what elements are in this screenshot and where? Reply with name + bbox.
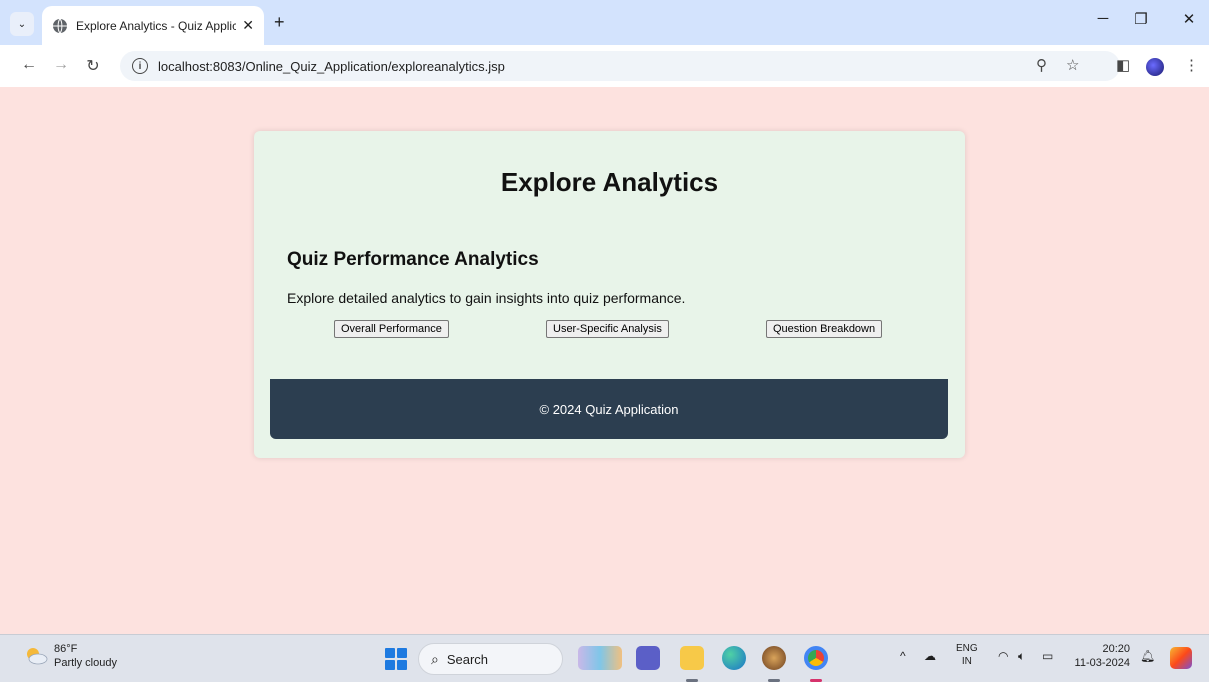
page-footer: © 2024 Quiz Application	[270, 379, 948, 439]
overall-performance-button[interactable]: Overall Performance	[334, 320, 449, 338]
lang-region: IN	[961, 656, 972, 667]
app-emblem-icon[interactable]	[762, 646, 786, 670]
battery-icon[interactable]: ▭	[1042, 649, 1053, 663]
windows-start-icon[interactable]	[385, 648, 407, 670]
teams-icon[interactable]	[636, 646, 660, 670]
new-tab-icon[interactable]: +	[274, 12, 285, 33]
taskbar-search-label: Search	[446, 651, 489, 667]
analytics-card: Explore Analytics Quiz Performance Analy…	[254, 131, 965, 458]
tab-search-chevron-icon[interactable]: ⌄	[10, 12, 34, 36]
address-bar[interactable]: i localhost:8083/Online_Quiz_Application…	[120, 51, 1120, 81]
taskbar: 86°F Partly cloudy ⌕ Search ^ ☁ ENG IN ◠…	[0, 634, 1209, 682]
close-window-icon[interactable]: ✕	[1174, 10, 1204, 28]
wifi-icon[interactable]: ◠	[998, 649, 1008, 663]
system-clock[interactable]: 20:20 11-03-2024	[1070, 642, 1130, 670]
language-indicator[interactable]: ENG IN	[956, 642, 978, 668]
tab-close-icon[interactable]: ✕	[242, 17, 254, 34]
section-title: Quiz Performance Analytics	[287, 249, 539, 270]
tab-strip: ⌄ Explore Analytics - Quiz Applica ✕ + ─…	[0, 0, 1209, 45]
lang-primary: ENG	[956, 643, 978, 654]
page-title: Explore Analytics	[500, 167, 719, 197]
copilot-icon[interactable]	[1170, 647, 1192, 669]
partly-cloudy-icon[interactable]	[24, 646, 48, 666]
weather-description: Partly cloudy	[54, 657, 117, 669]
question-breakdown-button[interactable]: Question Breakdown	[766, 320, 883, 338]
reload-icon[interactable]: ↻	[82, 56, 104, 76]
footer-copyright: © 2024 Quiz Application	[539, 401, 679, 417]
edge-icon[interactable]	[722, 646, 746, 670]
browser-tab[interactable]: Explore Analytics - Quiz Applica ✕	[42, 6, 264, 45]
url-text: localhost:8083/Online_Quiz_Application/e…	[158, 58, 505, 74]
minimize-icon[interactable]: ─	[1088, 10, 1118, 27]
widgets-app-icon[interactable]	[578, 646, 622, 670]
browser-toolbar: ← → ↻ i localhost:8083/Online_Quiz_Appli…	[0, 45, 1209, 87]
side-panel-icon[interactable]: ◧	[1116, 56, 1130, 74]
bookmark-star-icon[interactable]: ☆	[1066, 56, 1079, 74]
zoom-icon[interactable]: ⚲	[1036, 56, 1047, 74]
back-icon[interactable]: ←	[18, 56, 40, 74]
onedrive-cloud-icon[interactable]: ☁	[924, 649, 936, 663]
show-hidden-icons-chevron[interactable]: ^	[900, 649, 906, 663]
volume-icon[interactable]: 🔈︎	[1018, 649, 1025, 664]
clock-time: 20:20	[1102, 643, 1130, 655]
notification-bell-icon[interactable]: 🔔︎	[1140, 649, 1155, 663]
profile-avatar[interactable]	[1146, 58, 1164, 76]
restore-icon[interactable]: ❐	[1126, 10, 1156, 28]
clock-date: 11-03-2024	[1074, 657, 1130, 669]
user-specific-analysis-button[interactable]: User-Specific Analysis	[546, 320, 669, 338]
globe-icon	[53, 18, 67, 33]
search-icon: ⌕	[431, 650, 439, 667]
chrome-icon[interactable]	[804, 646, 828, 670]
taskbar-search[interactable]: ⌕ Search	[418, 643, 563, 675]
menu-kebab-icon[interactable]: ⋮	[1184, 56, 1199, 74]
forward-icon[interactable]: →	[50, 56, 72, 74]
site-info-icon[interactable]: i	[132, 58, 148, 74]
section-description: Explore detailed analytics to gain insig…	[287, 290, 686, 306]
weather-temperature: 86°F	[54, 643, 78, 655]
tab-title: Explore Analytics - Quiz Applica	[76, 18, 236, 33]
file-explorer-icon[interactable]	[680, 646, 704, 670]
